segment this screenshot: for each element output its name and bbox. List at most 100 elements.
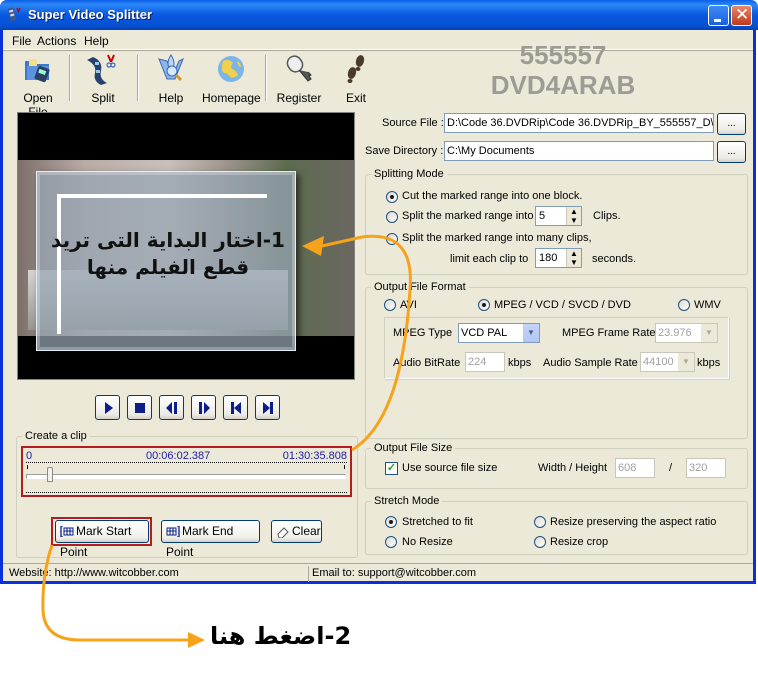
- toolbar-label: Split: [91, 91, 115, 105]
- close-button[interactable]: ✕: [731, 5, 752, 26]
- browse-source-button[interactable]: ...: [717, 113, 746, 135]
- split-one-block-radio[interactable]: [386, 191, 398, 203]
- globe-icon: [218, 56, 244, 82]
- title-bar[interactable]: Super Video Splitter ✕: [0, 0, 758, 30]
- skip-end-icon: [263, 402, 273, 414]
- clip-timeline-highlight: 0 00:06:02.387 01:30:35.808: [21, 446, 352, 497]
- toolbar-separator: [69, 55, 71, 101]
- split-into-clips-radio[interactable]: [386, 211, 398, 223]
- resize-crop-label: Resize crop: [550, 536, 609, 548]
- frame-rate-value: 23.976: [658, 327, 692, 339]
- browse-save-button[interactable]: ...: [717, 141, 746, 163]
- format-avi-label: AVI: [400, 299, 417, 311]
- watermark-line1: 555557: [519, 40, 607, 70]
- output-format-legend: Output File Format: [374, 281, 466, 293]
- source-file-label: Source File :: [382, 117, 444, 129]
- resize-crop-radio[interactable]: [534, 536, 546, 548]
- app-icon: [7, 7, 21, 22]
- use-source-size-label: Use source file size: [402, 462, 498, 474]
- save-directory-input[interactable]: C:\My Documents: [444, 141, 714, 161]
- menu-actions[interactable]: Actions: [37, 34, 76, 48]
- app-window: Super Video Splitter ✕ File Actions Help…: [0, 0, 758, 584]
- clips-unit-label: Clips.: [593, 210, 621, 222]
- mpeg-type-select[interactable]: VCD PAL ▼: [458, 323, 540, 343]
- clip-seconds-spinner[interactable]: 180 ▲ ▼: [535, 248, 582, 268]
- kbps-label: kbps: [697, 357, 721, 369]
- toolbar-separator: [137, 55, 139, 101]
- toolbar-exit-button[interactable]: Exit: [339, 53, 373, 105]
- toolbar-label: Register: [276, 91, 322, 105]
- status-website[interactable]: Website: http://www.witcobber.com: [6, 566, 305, 582]
- clip-slider-track[interactable]: [26, 474, 346, 479]
- mark-start-highlight: [51, 517, 152, 546]
- create-clip-legend: Create a clip: [25, 430, 87, 442]
- menu-file[interactable]: File: [12, 34, 31, 48]
- step2-annotation: 2-اضغط هنا: [210, 622, 352, 650]
- chevron-down-icon[interactable]: ▼: [677, 353, 694, 371]
- toolbar-homepage-button[interactable]: Homepage: [202, 53, 261, 105]
- toolbar-help-button[interactable]: Help: [153, 53, 189, 105]
- arrow-2-head: [188, 632, 205, 648]
- stop-button[interactable]: [127, 395, 152, 420]
- toolbar-label: Exit: [345, 91, 366, 105]
- status-email[interactable]: Email to: support@witcobber.com: [308, 566, 751, 582]
- chevron-down-icon[interactable]: ▼: [522, 324, 539, 342]
- clear-button[interactable]: Clear: [271, 520, 322, 543]
- mark-end-point-button[interactable]: Mark End Point: [161, 520, 260, 559]
- no-resize-radio[interactable]: [385, 536, 397, 548]
- toolbar-split-button[interactable]: Split: [83, 53, 123, 105]
- resize-aspect-radio[interactable]: [534, 516, 546, 528]
- mpeg-type-label: MPEG Type: [393, 327, 453, 339]
- height-input[interactable]: 320: [686, 458, 726, 478]
- format-avi-radio[interactable]: [384, 299, 396, 311]
- skip-start-icon: [231, 402, 241, 414]
- format-mpeg-radio[interactable]: [478, 299, 490, 311]
- step-back-button[interactable]: [159, 395, 184, 420]
- key-icon: [286, 55, 312, 82]
- step-forward-button[interactable]: [191, 395, 216, 420]
- clip-seconds-value: 180: [539, 252, 558, 264]
- film-bracket-icon: [166, 526, 180, 538]
- annotation-box: 1-اختار البداية التى تريد قطع الفيلم منه…: [36, 171, 296, 351]
- toolbar-separator: [265, 55, 267, 101]
- split-many-clips-radio[interactable]: [386, 233, 398, 245]
- width-input[interactable]: 608: [615, 458, 655, 478]
- output-size-legend: Output File Size: [374, 442, 453, 454]
- toolbar-open-file-button[interactable]: Open File: [12, 53, 64, 119]
- clip-count-spinner[interactable]: 5 ▲ ▼: [535, 206, 582, 226]
- mpeg-type-value: VCD PAL: [461, 327, 508, 339]
- toolbar-label: Help: [158, 91, 184, 105]
- slider-tick: [27, 465, 28, 469]
- chevron-down-icon[interactable]: ▼: [700, 324, 717, 342]
- frame-rate-select[interactable]: 23.976 ▼: [655, 323, 718, 343]
- split-icon: [87, 54, 116, 85]
- status-bar: Website: http://www.witcobber.com Email …: [3, 563, 753, 582]
- play-button[interactable]: [95, 395, 120, 420]
- step1-annotation: 1-اختار البداية التى تريد قطع الفيلم منه…: [51, 228, 285, 279]
- play-icon: [105, 402, 113, 414]
- source-file-input[interactable]: D:\Code 36.DVDRip\Code 36.DVDRip_BY_5555…: [444, 113, 714, 133]
- minimize-button[interactable]: [708, 5, 729, 26]
- toolbar-register-button[interactable]: Register: [276, 53, 322, 105]
- window-title: Super Video Splitter: [28, 7, 153, 22]
- format-wmv-radio[interactable]: [678, 299, 690, 311]
- stop-icon: [135, 403, 145, 413]
- sample-rate-label: Audio Sample Rate: [543, 357, 638, 369]
- menu-help[interactable]: Help: [84, 34, 109, 48]
- go-end-button[interactable]: [255, 395, 280, 420]
- stretch-fit-radio[interactable]: [385, 516, 397, 528]
- clip-slider-thumb[interactable]: [47, 467, 53, 482]
- spinner-arrows-icon[interactable]: ▲ ▼: [566, 249, 581, 267]
- toolbar-label: Homepage: [202, 91, 261, 105]
- audio-bitrate-input[interactable]: 224: [465, 352, 505, 372]
- sample-rate-select[interactable]: 44100 ▼: [640, 352, 695, 372]
- go-start-button[interactable]: [223, 395, 248, 420]
- kbps-label: kbps: [508, 357, 532, 369]
- slider-tick: [344, 465, 345, 469]
- splitting-mode-legend: Splitting Mode: [374, 168, 444, 180]
- step-back-icon: [166, 402, 177, 414]
- use-source-size-checkbox[interactable]: ✓: [385, 462, 398, 475]
- resize-aspect-label: Resize preserving the aspect ratio: [550, 516, 717, 528]
- spinner-arrows-icon[interactable]: ▲ ▼: [566, 207, 581, 225]
- help-icon: [158, 54, 184, 82]
